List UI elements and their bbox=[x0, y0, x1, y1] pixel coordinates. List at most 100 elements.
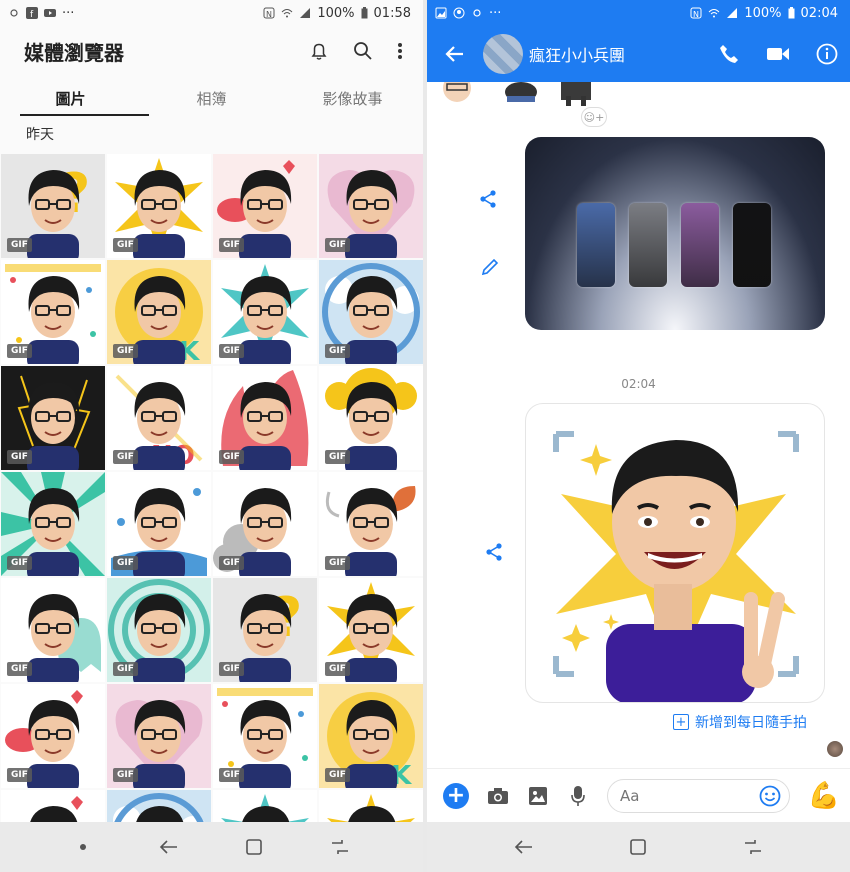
bell-icon[interactable] bbox=[309, 41, 329, 61]
share-icon bbox=[486, 543, 502, 561]
photo-thumbnail[interactable]: GIF bbox=[213, 260, 317, 364]
add-reaction-button[interactable]: ☺+ bbox=[581, 107, 607, 127]
gif-badge: GIF bbox=[219, 450, 244, 464]
share-photo-button[interactable] bbox=[473, 184, 503, 214]
chat-screen: ··· N 100% 02:04 瘋狂小小兵團 ☺+ 02:04 + 新增到每日… bbox=[427, 0, 850, 872]
nav-home-button[interactable] bbox=[239, 832, 269, 862]
photo-thumbnail[interactable]: GIF bbox=[1, 684, 105, 788]
account-notification-icon bbox=[453, 7, 465, 19]
nav-recents-button[interactable] bbox=[325, 832, 355, 862]
more-notifications-icon: ··· bbox=[62, 5, 75, 21]
camera-icon bbox=[488, 787, 508, 804]
back-arrow-icon bbox=[445, 46, 463, 62]
gif-badge: GIF bbox=[325, 238, 350, 252]
photo-thumbnail[interactable]: NOGIF bbox=[107, 366, 211, 470]
photo-thumbnail[interactable]: ?GIF bbox=[1, 154, 105, 258]
svg-text:N: N bbox=[693, 10, 699, 19]
share-sticker-button[interactable] bbox=[479, 537, 509, 567]
dot-icon bbox=[79, 844, 86, 850]
signal-icon bbox=[727, 8, 738, 18]
chat-header: 瘋狂小小兵團 bbox=[427, 26, 850, 82]
photo-thumbnail[interactable]: GIF bbox=[319, 260, 423, 364]
home-square-icon bbox=[630, 839, 647, 855]
photo-thumbnail[interactable]: GIF bbox=[107, 154, 211, 258]
photo-thumbnail[interactable]: GIF bbox=[1, 472, 105, 576]
gif-badge: GIF bbox=[219, 344, 244, 358]
photo-thumbnail[interactable]: GIF bbox=[319, 472, 423, 576]
app-bar: 媒體瀏覽器 bbox=[0, 26, 423, 76]
photo-thumbnail[interactable]: GIF bbox=[213, 472, 317, 576]
photo-thumbnail[interactable]: GIF bbox=[1, 260, 105, 364]
tab-albums[interactable]: 相簿 bbox=[141, 78, 282, 118]
photo-thumbnail[interactable]: GIF bbox=[107, 472, 211, 576]
photo-thumbnail[interactable]: GIF bbox=[1, 578, 105, 682]
message-input-box[interactable] bbox=[607, 778, 790, 813]
gif-badge: GIF bbox=[113, 450, 138, 464]
nav-back-button[interactable] bbox=[509, 832, 539, 862]
group-avatar[interactable] bbox=[483, 34, 523, 74]
nav-dot-button[interactable] bbox=[68, 832, 98, 862]
nav-home-button[interactable] bbox=[623, 832, 653, 862]
more-actions-button[interactable]: + bbox=[443, 782, 469, 809]
phone-image bbox=[733, 203, 771, 287]
message-composer: + 💪 bbox=[427, 768, 850, 822]
gif-badge: GIF bbox=[325, 450, 350, 464]
search-icon[interactable] bbox=[353, 41, 373, 61]
photo-thumbnail[interactable]: GIF bbox=[213, 366, 317, 470]
tab-stories[interactable]: 影像故事 bbox=[282, 78, 423, 118]
battery-percent: 100% bbox=[317, 5, 355, 21]
signal-icon bbox=[300, 8, 311, 18]
photo-thumbnail[interactable]: ?GIF bbox=[213, 578, 317, 682]
photo-thumbnail[interactable]: GIF bbox=[1, 366, 105, 470]
smiley-icon[interactable] bbox=[759, 785, 781, 807]
flexed-biceps-icon[interactable]: 💪 bbox=[808, 781, 840, 811]
wifi-icon bbox=[709, 9, 720, 18]
status-bar: ··· N 100% 02:04 bbox=[427, 0, 850, 26]
photo-grid: ?GIFGIFGIFGIFGIFOKGIFGIFGIFGIFNOGIFGIFGI… bbox=[0, 154, 423, 822]
sticker-message[interactable] bbox=[525, 403, 825, 703]
facebook-icon: f bbox=[26, 7, 38, 19]
gif-badge: GIF bbox=[7, 238, 32, 252]
camera-button[interactable] bbox=[487, 785, 509, 807]
message-input[interactable] bbox=[620, 786, 740, 805]
youtube-icon bbox=[44, 9, 56, 17]
voice-button[interactable] bbox=[567, 785, 589, 807]
gif-badge: GIF bbox=[113, 238, 138, 252]
ar-emoji-sticker-thumbnail bbox=[327, 794, 415, 822]
photo-thumbnail[interactable] bbox=[1, 790, 105, 822]
gif-badge: GIF bbox=[325, 662, 350, 676]
photo-thumbnail[interactable]: GIF bbox=[107, 684, 211, 788]
photo-thumbnail[interactable] bbox=[213, 790, 317, 822]
tab-pictures[interactable]: 圖片 bbox=[0, 78, 149, 118]
photo-thumbnail[interactable]: GIF bbox=[319, 578, 423, 682]
gif-badge: GIF bbox=[219, 238, 244, 252]
gif-badge: GIF bbox=[7, 556, 32, 570]
photo-thumbnail[interactable]: GIF bbox=[213, 684, 317, 788]
gif-badge: GIF bbox=[113, 662, 138, 676]
photo-thumbnail[interactable]: GIF bbox=[319, 154, 423, 258]
nav-recents-button[interactable] bbox=[738, 832, 768, 862]
photo-thumbnail[interactable]: OKGIF bbox=[107, 260, 211, 364]
conversation-title[interactable]: 瘋狂小小兵團 bbox=[529, 42, 718, 66]
photo-thumbnail[interactable] bbox=[107, 790, 211, 822]
video-call-icon[interactable] bbox=[766, 45, 790, 63]
nav-back-button[interactable] bbox=[154, 832, 184, 862]
back-button[interactable] bbox=[441, 40, 469, 68]
photo-thumbnail[interactable]: GIF bbox=[319, 366, 423, 470]
add-to-daily-link[interactable]: + 新增到每日隨手拍 bbox=[673, 712, 807, 732]
photo-thumbnail[interactable] bbox=[319, 790, 423, 822]
gallery-button[interactable] bbox=[527, 785, 549, 807]
gif-badge: GIF bbox=[219, 768, 244, 782]
gif-badge: GIF bbox=[325, 768, 350, 782]
photo-thumbnail[interactable]: GIF bbox=[213, 154, 317, 258]
info-icon[interactable] bbox=[816, 43, 838, 65]
phone-call-icon[interactable] bbox=[718, 43, 740, 65]
gif-badge: GIF bbox=[325, 344, 350, 358]
more-options-icon[interactable] bbox=[397, 41, 403, 61]
add-to-daily-label: 新增到每日隨手拍 bbox=[695, 715, 807, 731]
photo-thumbnail[interactable]: GIF bbox=[107, 578, 211, 682]
photo-message[interactable] bbox=[525, 137, 825, 330]
photo-thumbnail[interactable]: OKGIF bbox=[319, 684, 423, 788]
gallery-notification-icon bbox=[435, 7, 447, 19]
edit-photo-button[interactable] bbox=[475, 252, 505, 282]
